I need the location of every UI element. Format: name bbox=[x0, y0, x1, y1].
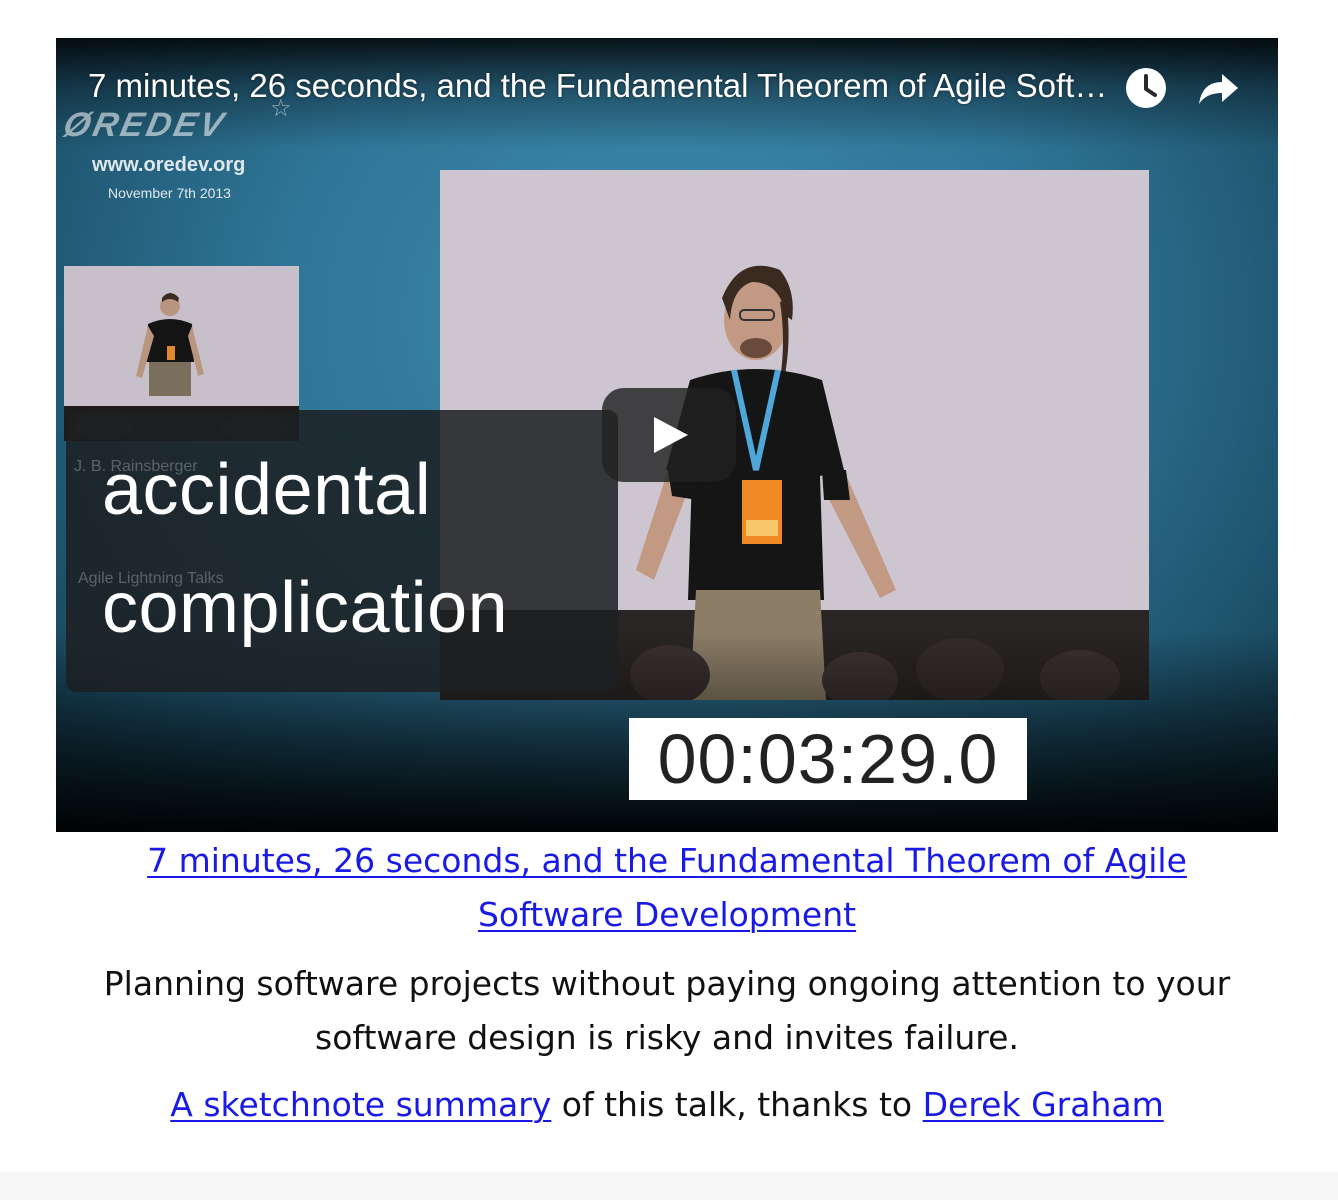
video-title-link[interactable]: 7 minutes, 26 seconds, and the Fundament… bbox=[147, 841, 1187, 934]
page-footer-band bbox=[0, 1172, 1338, 1200]
page: ØREDEV ☆ www.oredev.org November 7th 201… bbox=[0, 0, 1338, 1200]
talk-description: Planning software projects without payin… bbox=[103, 964, 1231, 1057]
play-button[interactable] bbox=[602, 388, 736, 482]
oredev-date-text: November 7th 2013 bbox=[108, 185, 231, 201]
caption-overlay: J. B. Rainsberger Agile Lightning Talks … bbox=[66, 410, 618, 692]
play-icon bbox=[654, 417, 688, 453]
caption-line-2: complication bbox=[102, 568, 509, 648]
sketchnote-credit: A sketchnote summary of this talk, thank… bbox=[60, 1082, 1274, 1128]
clock-icon[interactable] bbox=[1124, 66, 1168, 110]
video-title[interactable]: 7 minutes, 26 seconds, and the Fundament… bbox=[88, 66, 1118, 106]
video-player[interactable]: ØREDEV ☆ www.oredev.org November 7th 201… bbox=[56, 38, 1278, 832]
oredev-logo: ØREDEV bbox=[60, 106, 230, 144]
oredev-url-text: www.oredev.org bbox=[92, 154, 246, 176]
sketchnote-credit-text: of this talk, thanks to bbox=[551, 1085, 923, 1124]
video-caption: 7 minutes, 26 seconds, and the Fundament… bbox=[80, 834, 1254, 942]
talk-timer: 00:03:29.0 bbox=[629, 718, 1027, 800]
share-arrow-icon[interactable] bbox=[1196, 66, 1240, 110]
sketchnote-summary-link[interactable]: A sketchnote summary bbox=[170, 1085, 551, 1124]
caption-line-1: accidental bbox=[102, 450, 432, 530]
author-link[interactable]: Derek Graham bbox=[923, 1085, 1164, 1124]
